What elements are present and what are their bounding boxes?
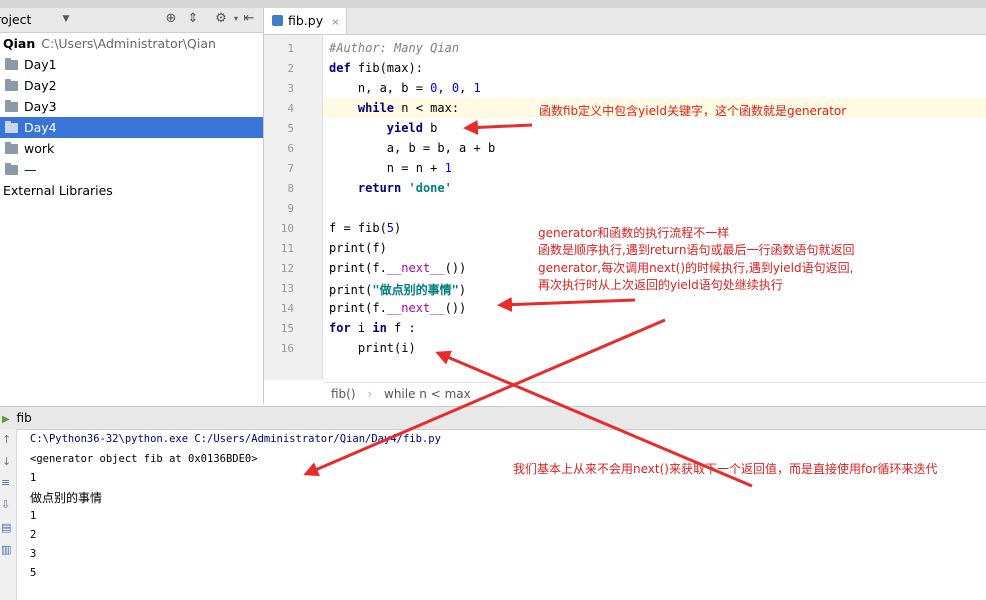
arrow-to-print-string	[497, 297, 636, 313]
arrow-to-for-loop	[303, 318, 666, 477]
arrow-to-print-i	[435, 350, 753, 488]
annotation-arrows	[303, 119, 753, 488]
arrow-to-yield	[463, 119, 533, 135]
